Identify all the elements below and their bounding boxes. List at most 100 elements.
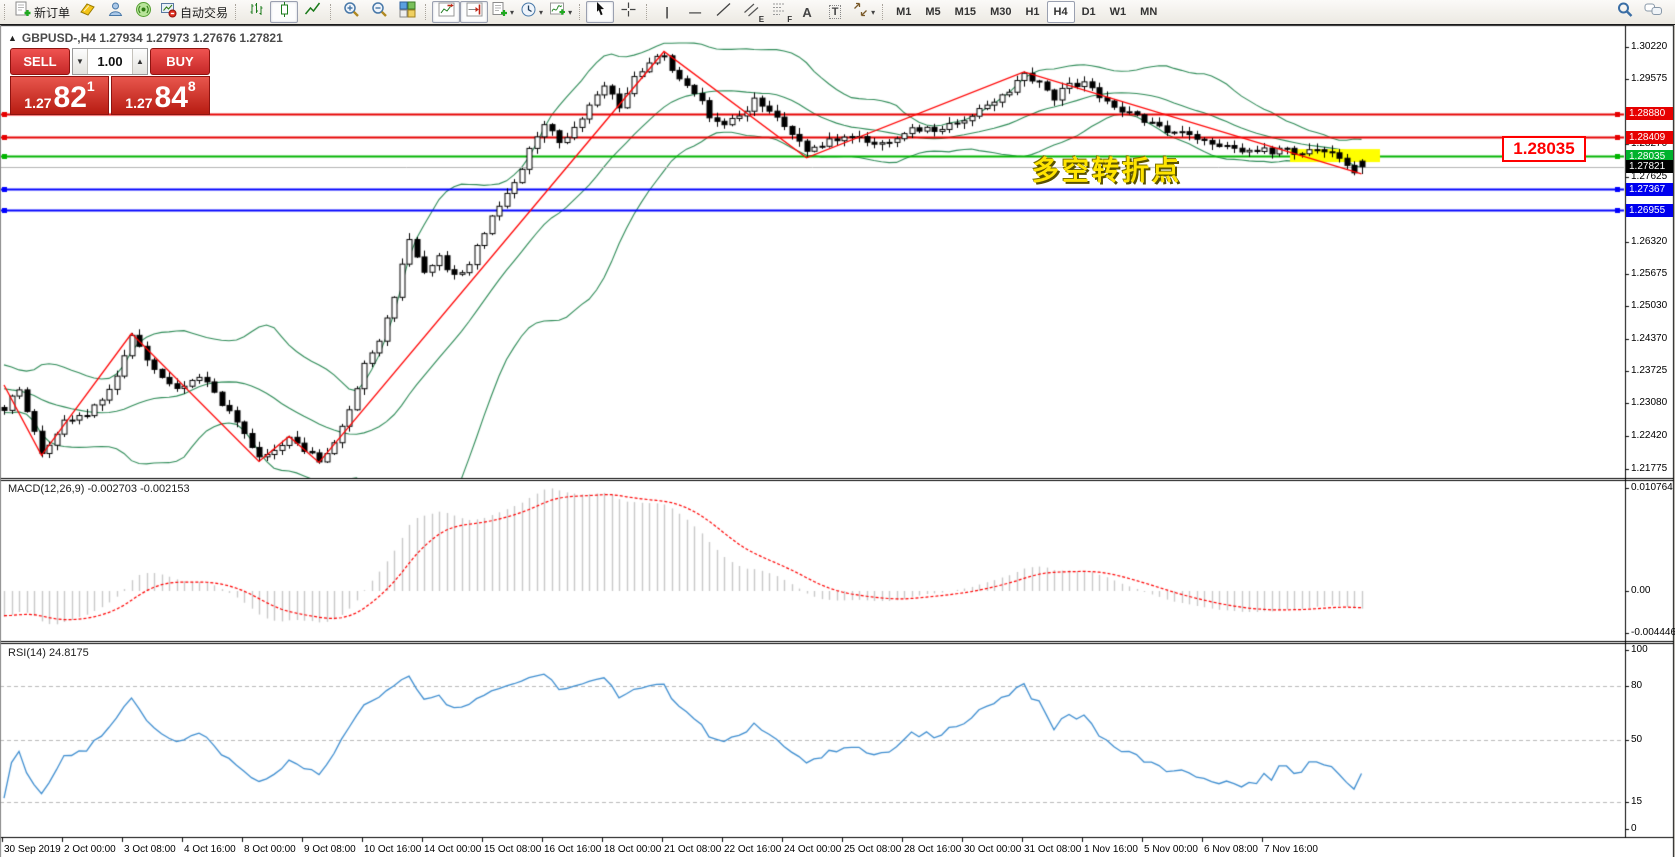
new-order-button[interactable]: 新订单 [11, 1, 73, 23]
profiles-icon [79, 1, 96, 23]
tile-windows-button[interactable] [393, 1, 421, 23]
timeframe-group: M1 M5 M15 M30 H1 H4 D1 W1 MN [889, 1, 1164, 23]
vertical-line-tool-button[interactable]: | [653, 1, 681, 23]
price-axis-label: 1.21775 [1631, 462, 1668, 474]
collapse-arrow-icon[interactable]: ▲ [8, 33, 17, 43]
price-axis-label: 1.23080 [1631, 397, 1668, 409]
price-badge: 1.28880 [1626, 107, 1673, 121]
buy-price-display[interactable]: 1.27 84 8 [111, 76, 210, 115]
price-axis-label: 1.26320 [1631, 235, 1668, 247]
buy-button[interactable]: BUY [150, 48, 210, 75]
signals-button[interactable] [129, 1, 157, 23]
sell-price-display[interactable]: 1.27 82 1 [10, 76, 109, 115]
chat-button[interactable] [1639, 1, 1667, 23]
signal-icon [135, 1, 152, 23]
main-toolbar: 新订单 自动交易 ▾ ▾ ▾ | — E F A T ▾ M1 M5 M15 M… [0, 0, 1675, 25]
profiles-button[interactable] [73, 1, 101, 23]
macd-axis-label: 0.00 [1631, 585, 1651, 596]
period-dropdown-button[interactable]: ▾ [517, 1, 546, 23]
horizontal-line-icon: — [689, 5, 702, 19]
auto-trading-button[interactable]: 自动交易 [157, 1, 231, 23]
timeframe-button-D1[interactable]: D1 [1075, 1, 1103, 23]
time-axis-label: 28 Oct 16:00 [904, 844, 962, 855]
rsi-axis-label: 0 [1631, 823, 1637, 834]
toolbar-grip [882, 4, 885, 20]
indicators-icon [549, 1, 566, 23]
channel-tool-button[interactable]: E [737, 1, 765, 24]
text-tool-icon: A [802, 4, 812, 20]
search-button[interactable] [1611, 1, 1639, 23]
time-axis-label: 5 Nov 00:00 [1144, 844, 1198, 855]
time-axis-label: 31 Oct 08:00 [1024, 844, 1082, 855]
auto-scroll-icon [466, 1, 483, 23]
buy-price-prefix: 1.27 [125, 94, 153, 111]
time-axis-label: 9 Oct 08:00 [304, 844, 356, 855]
timeframe-button-M5[interactable]: M5 [918, 1, 947, 23]
market-watch-button[interactable] [101, 1, 129, 23]
time-axis-label: 6 Nov 08:00 [1204, 844, 1258, 855]
price-axis-label: 1.24370 [1631, 333, 1668, 345]
price-axis-label: 1.29575 [1631, 73, 1668, 85]
volume-increase-button[interactable]: ▲ [132, 49, 147, 74]
tile-windows-icon [399, 1, 416, 23]
time-axis-label: 21 Oct 08:00 [664, 844, 722, 855]
time-axis-label: 14 Oct 00:00 [424, 844, 482, 855]
timeframe-button-H4[interactable]: H4 [1046, 1, 1075, 23]
zoom-in-icon [343, 1, 360, 23]
zoom-out-button[interactable] [365, 1, 393, 23]
chart-shift-button[interactable] [432, 1, 461, 23]
sell-price-prefix: 1.27 [24, 94, 52, 111]
arrows-icon [852, 1, 869, 23]
buy-price-main: 84 [154, 80, 188, 114]
text-label-tool-button[interactable]: T [821, 1, 849, 23]
candlestick-mode-button[interactable] [270, 1, 299, 23]
auto-trading-label: 自动交易 [180, 5, 229, 20]
time-axis-label: 30 Oct 00:00 [964, 844, 1022, 855]
toolbar-right-group [1611, 1, 1667, 23]
timeframe-button-H1[interactable]: H1 [1018, 1, 1046, 23]
cursor-tool-button[interactable] [586, 1, 615, 23]
text-tool-button[interactable]: A [793, 1, 821, 23]
time-axis-label: 1 Nov 16:00 [1084, 844, 1138, 855]
macd-axis-label: 0.010764 [1631, 482, 1673, 494]
horizontal-line-tool-button[interactable]: — [681, 1, 709, 23]
auto-scroll-button[interactable] [460, 1, 489, 23]
vertical-line-icon: | [665, 5, 669, 19]
time-axis-label: 4 Oct 16:00 [184, 844, 236, 855]
toolbar-grip [4, 4, 7, 20]
new-chart-dropdown-button[interactable]: ▾ [488, 1, 517, 23]
search-icon [1616, 1, 1634, 24]
volume-input[interactable]: 1.00 [88, 49, 132, 74]
turning-point-annotation[interactable]: 多空转折点 [1032, 149, 1182, 188]
timeframe-button-W1[interactable]: W1 [1103, 1, 1134, 23]
price-axis-label: 1.23725 [1631, 365, 1668, 377]
chevron-down-icon: ▾ [510, 7, 515, 17]
fibonacci-tool-button[interactable]: F [765, 1, 793, 24]
sell-button[interactable]: SELL [10, 48, 70, 75]
line-chart-mode-button[interactable] [298, 1, 326, 23]
channel-sub-letter: E [758, 15, 765, 24]
price-axis-label: 1.30220 [1631, 41, 1668, 52]
rsi-axis-label: 50 [1631, 733, 1643, 745]
timeframe-button-M30[interactable]: M30 [983, 1, 1018, 23]
chart-title: ▲ GBPUSD-,H4 1.27934 1.27973 1.27676 1.2… [8, 31, 283, 45]
timeframe-button-M15[interactable]: M15 [948, 1, 983, 23]
chart-shift-icon [438, 1, 455, 23]
person-icon [107, 1, 124, 23]
buy-price-pip: 8 [187, 78, 196, 94]
timeframe-button-M1[interactable]: M1 [889, 1, 918, 23]
zoom-out-icon [371, 1, 388, 23]
chevron-down-icon: ▾ [871, 7, 876, 17]
indicators-dropdown-button[interactable]: ▾ [546, 1, 575, 23]
trendline-tool-button[interactable] [709, 1, 737, 23]
volume-decrease-button[interactable]: ▼ [73, 49, 88, 74]
crosshair-tool-button[interactable] [614, 1, 642, 23]
chart-canvas[interactable] [0, 0, 1675, 857]
bar-chart-mode-button[interactable] [242, 1, 270, 23]
new-order-label: 新订单 [34, 5, 71, 20]
arrows-tool-button[interactable]: ▾ [849, 1, 878, 23]
zoom-in-button[interactable] [337, 1, 365, 23]
price-axis-label: 1.22420 [1631, 430, 1668, 442]
timeframe-button-MN[interactable]: MN [1133, 1, 1164, 23]
price-callout-label[interactable]: 1.28035 [1502, 136, 1586, 162]
